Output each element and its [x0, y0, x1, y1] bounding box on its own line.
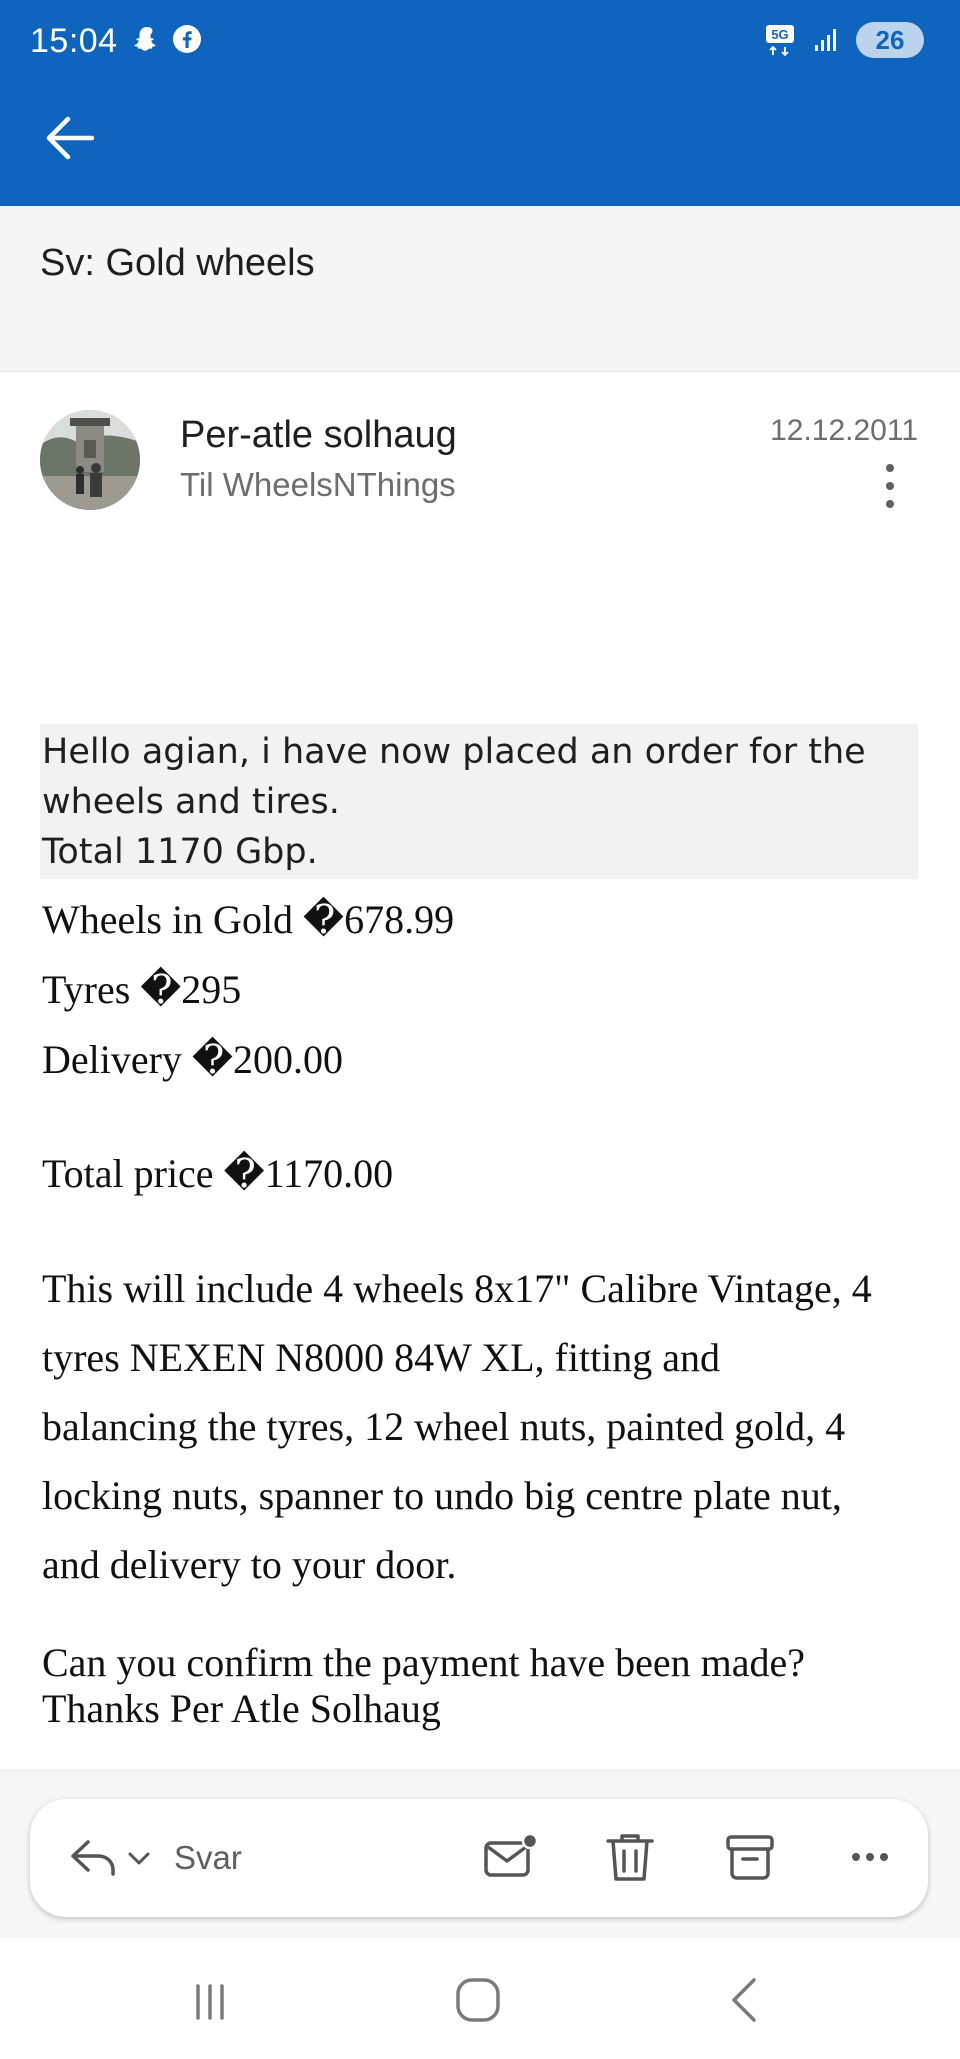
notification-icons — [132, 24, 202, 54]
chevron-down-icon[interactable] — [126, 1848, 152, 1868]
body-line: tyres NEXEN N8000 84W XL, fitting and — [42, 1335, 721, 1380]
svg-text:5G: 5G — [771, 27, 788, 42]
quoted-message: Hello agian, i have now placed an order … — [40, 724, 918, 879]
body-line: Total 1170 Gbp. — [42, 832, 318, 872]
body-line: locking nuts, spanner to undo big centre… — [42, 1473, 842, 1518]
reply-label: Svar — [174, 1839, 242, 1876]
reply-button[interactable]: Svar — [68, 1829, 242, 1887]
more-vert-icon[interactable] — [880, 462, 900, 510]
price-line-wheels: Wheels in Gold �678.99 — [42, 897, 455, 942]
arrow-left-icon[interactable] — [40, 108, 100, 168]
body-line: balancing the tyres, 12 wheel nuts, pain… — [42, 1404, 846, 1449]
action-bar: Svar — [30, 1799, 928, 1917]
mark-unread-icon[interactable] — [480, 1827, 540, 1887]
reply-icon — [71, 1840, 115, 1876]
sender-name: Per-atle solhaug — [180, 414, 457, 456]
body-line: Can you confirm the payment have been ma… — [42, 1640, 806, 1685]
battery-level: 26 — [856, 22, 924, 58]
action-area: Svar — [0, 1770, 960, 1939]
subject-band: Sv: Gold wheels — [0, 206, 960, 372]
body-line: wheels and tires. — [42, 782, 340, 822]
archive-icon[interactable] — [720, 1827, 780, 1887]
body-line: and delivery to your door. — [42, 1542, 457, 1587]
back-icon[interactable] — [716, 1970, 776, 2030]
trash-icon[interactable] — [600, 1827, 660, 1887]
email-subject: Sv: Gold wheels — [40, 242, 315, 284]
price-line-tyres: Tyres �295 — [42, 967, 242, 1012]
price-line-delivery: Delivery �200.00 — [42, 1037, 343, 1082]
system-nav-bar — [0, 1938, 960, 2059]
description-paragraph: This will include 4 wheels 8x17" Calibre… — [42, 1254, 922, 1599]
app-header: 15:04 5G 26 — [0, 0, 960, 206]
sender-avatar[interactable] — [40, 410, 140, 510]
body-line: This will include 4 wheels 8x17" Calibre… — [42, 1266, 872, 1311]
recipient-line: Til WheelsNThings — [180, 466, 456, 503]
home-icon[interactable] — [448, 1970, 508, 2030]
network-5g-icon: 5G — [766, 25, 794, 57]
recents-icon[interactable] — [180, 1970, 240, 2030]
facebook-icon — [173, 25, 201, 53]
snapchat-icon — [134, 27, 156, 51]
status-time: 15:04 — [30, 22, 118, 60]
body-line: Thanks Per Atle Solhaug — [42, 1686, 441, 1731]
more-icon[interactable] — [840, 1827, 900, 1887]
avatar-photo — [40, 410, 140, 510]
signal-icon — [815, 29, 836, 51]
body-line: Hello agian, i have now placed an order … — [42, 732, 866, 772]
closing-paragraph: Can you confirm the payment have been ma… — [42, 1640, 922, 1732]
system-status-icons: 5G 26 — [764, 22, 924, 58]
email-date: 12.12.2011 — [770, 414, 918, 447]
total-price-line: Total price �1170.00 — [42, 1151, 394, 1196]
